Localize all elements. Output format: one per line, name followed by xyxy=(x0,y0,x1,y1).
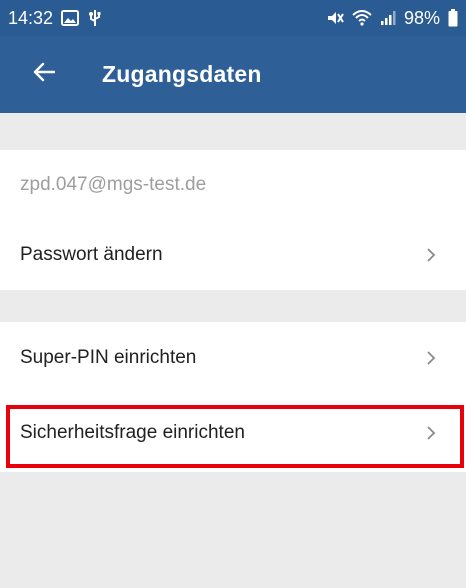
usb-icon xyxy=(87,9,103,27)
security-section: Super-PIN einrichten Sicherheitsfrage ei… xyxy=(0,322,466,472)
image-icon xyxy=(61,10,80,26)
change-password-label: Passwort ändern xyxy=(20,244,163,265)
super-pin-label: Super-PIN einrichten xyxy=(20,347,197,368)
security-question-item[interactable]: Sicherheitsfrage einrichten xyxy=(0,394,466,472)
screen: 14:32 98% Zugangsdaten zpd.047@mgs-test.… xyxy=(0,0,466,588)
signal-icon xyxy=(380,10,396,26)
status-bar: 14:32 98% xyxy=(0,0,466,36)
back-button[interactable] xyxy=(14,45,74,105)
chevron-right-icon xyxy=(426,350,436,366)
account-section: zpd.047@mgs-test.de Passwort ändern xyxy=(0,150,466,290)
page-title: Zugangsdaten xyxy=(102,61,262,87)
mute-icon xyxy=(326,10,344,26)
wifi-icon xyxy=(352,10,372,26)
account-email: zpd.047@mgs-test.de xyxy=(20,174,207,195)
chevron-right-icon xyxy=(426,247,436,263)
battery-icon xyxy=(448,9,458,27)
status-left: 14:32 xyxy=(8,8,103,29)
chevron-right-icon xyxy=(426,425,436,441)
security-question-label: Sicherheitsfrage einrichten xyxy=(20,422,245,443)
status-right: 98% xyxy=(326,8,458,29)
super-pin-item[interactable]: Super-PIN einrichten xyxy=(0,322,466,394)
app-bar: Zugangsdaten xyxy=(0,36,466,113)
battery-percent: 98% xyxy=(403,7,440,28)
status-time: 14:32 xyxy=(8,7,54,28)
arrow-left-icon xyxy=(33,62,56,87)
change-password-item[interactable]: Passwort ändern xyxy=(0,220,466,290)
